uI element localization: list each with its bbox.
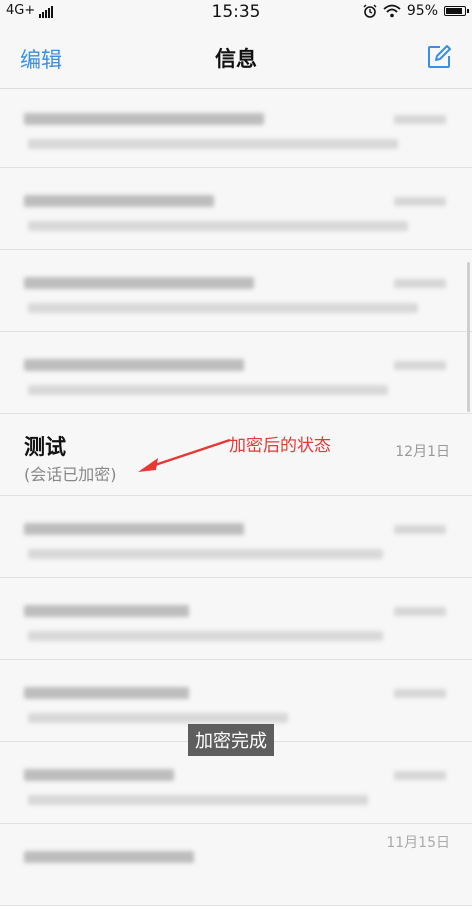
conversation-item-blurred[interactable] bbox=[0, 335, 472, 414]
conversation-item-blurred[interactable] bbox=[0, 745, 472, 824]
conversation-title: 测试 bbox=[24, 435, 66, 459]
conversation-encrypted-status: (会话已加密) bbox=[24, 465, 117, 484]
battery-icon bbox=[444, 6, 469, 16]
conversation-item-blurred[interactable] bbox=[0, 581, 472, 660]
toast-message: 加密完成 bbox=[188, 724, 274, 756]
conversation-date: 11月15日 bbox=[386, 835, 450, 851]
status-bar: 4G+ 15:35 95% bbox=[0, 0, 472, 24]
annotation-label: 加密后的状态 bbox=[229, 436, 331, 456]
annotation-arrow-icon bbox=[138, 438, 231, 472]
page-title: 信息 bbox=[215, 47, 257, 71]
battery-level bbox=[446, 8, 462, 14]
wifi-icon bbox=[383, 4, 401, 18]
conversation-item-blurred[interactable] bbox=[0, 253, 472, 332]
conversation-item-blurred[interactable] bbox=[0, 171, 472, 250]
conversation-date: 12月1日 bbox=[395, 444, 450, 460]
conversation-item-blurred[interactable] bbox=[0, 499, 472, 578]
conversation-item-blurred[interactable] bbox=[0, 89, 472, 168]
nav-bar: 编辑 信息 bbox=[0, 24, 472, 89]
alarm-icon bbox=[363, 4, 377, 18]
compose-icon[interactable] bbox=[426, 44, 452, 70]
battery-percent: 95% bbox=[406, 3, 438, 19]
scrollbar[interactable] bbox=[467, 262, 470, 412]
